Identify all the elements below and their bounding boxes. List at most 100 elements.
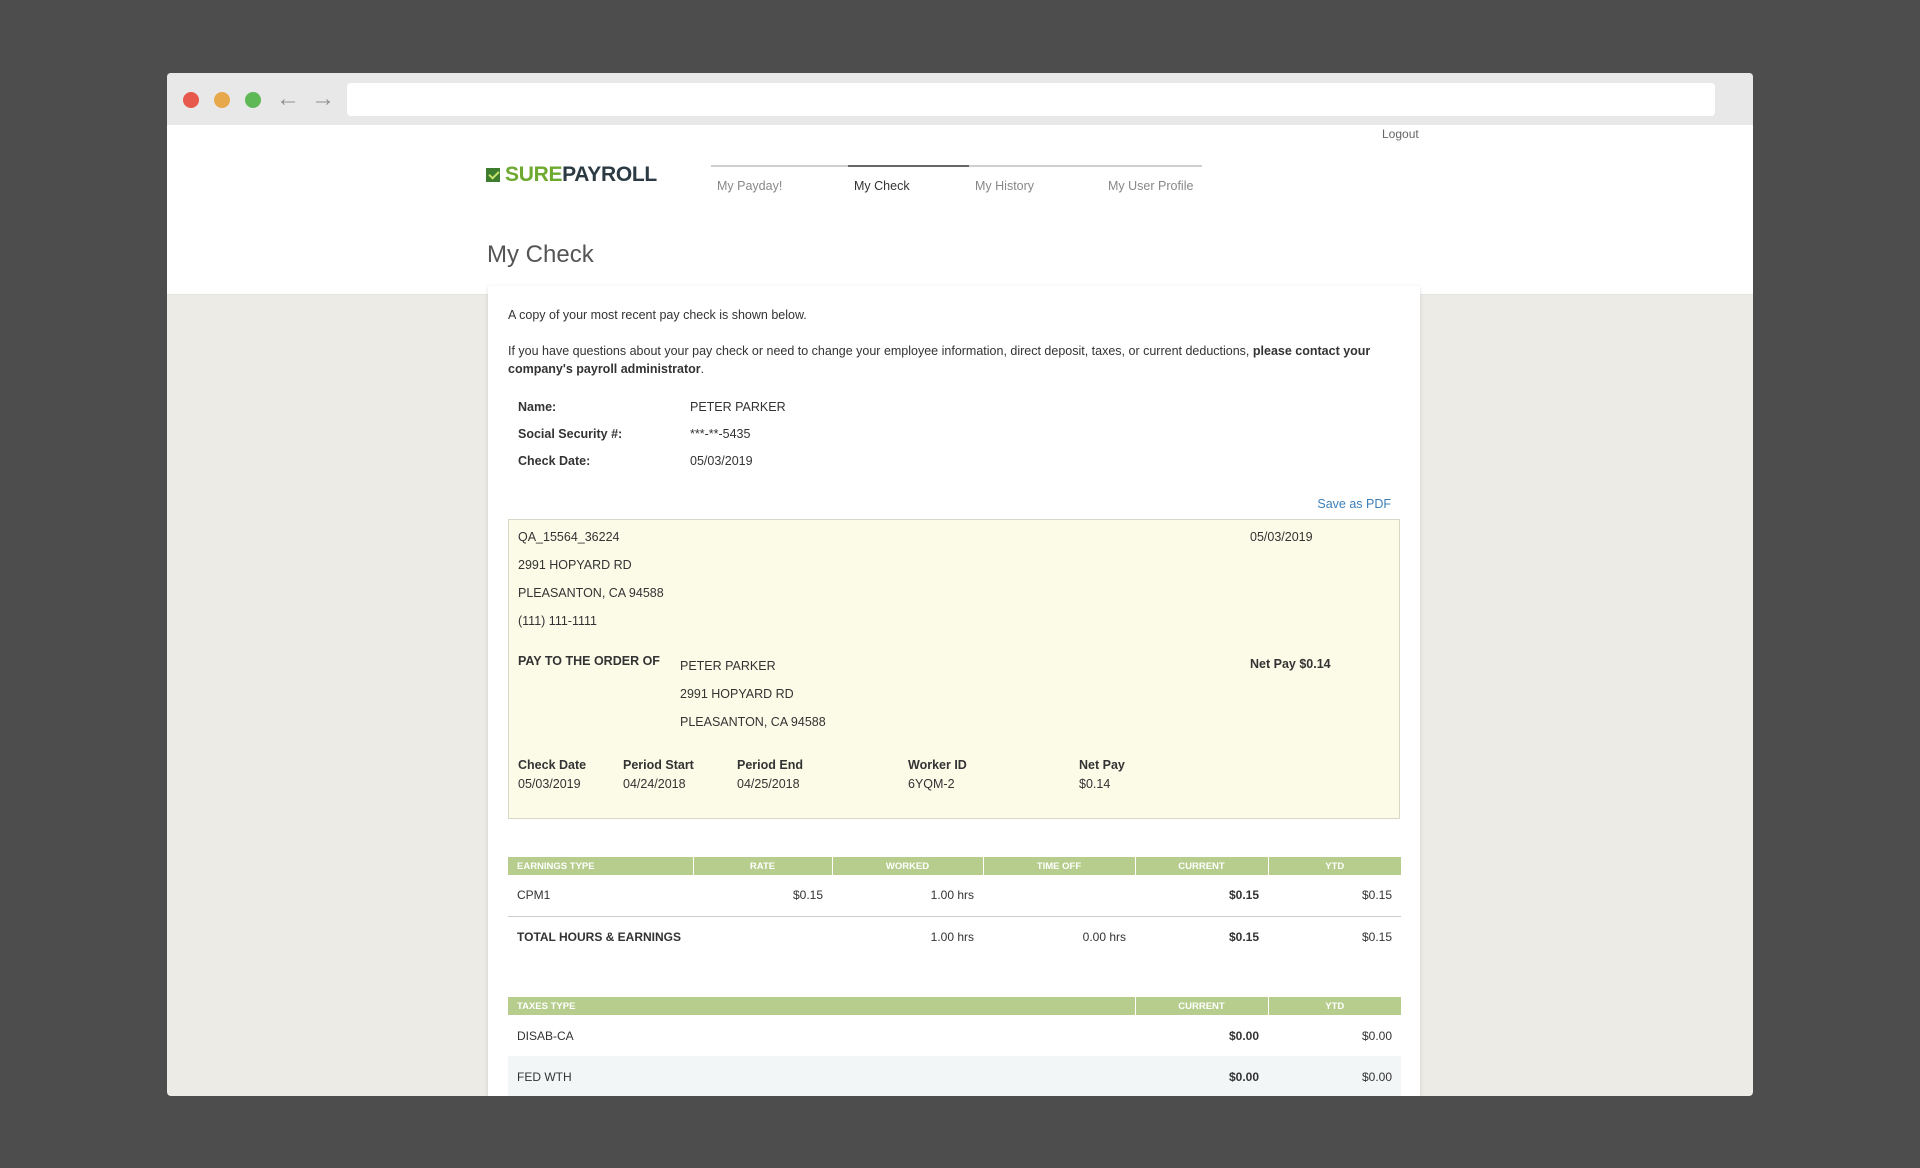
table-row: FED WTH $0.00 $0.00: [508, 1056, 1401, 1096]
net-pay-header: Net Pay: [1079, 758, 1125, 772]
table-row: CPM1 $0.15 1.00 hrs $0.15 $0.15: [508, 875, 1401, 916]
check-date-header: Check Date: [518, 758, 587, 772]
check-issue-date: 05/03/2019: [1250, 530, 1313, 544]
check-date-row: Check Date: 05/03/2019: [518, 448, 1400, 475]
company-address: QA_15564_36224 2991 HOPYARD RD PLEASANTO…: [518, 528, 664, 640]
ssn-value: ***-**-5435: [690, 427, 751, 441]
logo-sure: SURE: [505, 163, 563, 186]
ytd-cell: $0.15: [1361, 888, 1392, 903]
total-worked-cell: 1.00 hrs: [832, 915, 983, 957]
total-ytd-cell: $0.15: [1268, 915, 1401, 957]
save-as-pdf-container: Save as PDF: [508, 497, 1400, 511]
page-title: My Check: [487, 241, 594, 268]
col-rate: RATE: [693, 857, 833, 875]
payee-address: PETER PARKER 2991 HOPYARD RD PLEASANTON,…: [680, 657, 826, 741]
tab-my-check[interactable]: My Check: [848, 165, 969, 203]
net-pay-cell: $0.14: [1079, 777, 1111, 791]
tab-my-user-profile[interactable]: My User Profile: [1102, 167, 1202, 203]
worked-cell: 1.00 hrs: [930, 888, 974, 903]
tax-ytd-cell: $0.00: [1361, 1028, 1392, 1043]
company-street: 2991 HOPYARD RD: [518, 558, 632, 572]
tab-my-payday[interactable]: My Payday!: [711, 167, 848, 203]
check-card: A copy of your most recent pay check is …: [488, 286, 1420, 1096]
net-pay-col: Net Pay $0.14: [1079, 758, 1199, 791]
rate-cell: $0.15: [792, 888, 823, 903]
table-row: DISAB-CA $0.00 $0.00: [508, 1015, 1401, 1056]
checkmark-logo-icon: [486, 168, 500, 182]
worker-id-col: Worker ID 6YQM-2: [908, 758, 1079, 791]
company-phone: (111) 111-1111: [518, 614, 597, 628]
earnings-header-row: EARNINGS TYPE RATE WORKED TIME OFF CURRE…: [508, 857, 1401, 875]
logo-payroll: PAYROLL: [562, 163, 657, 186]
col-tax-current: CURRENT: [1135, 997, 1269, 1015]
period-end-cell: 04/25/2018: [737, 777, 800, 791]
taxes-table: TAXES TYPE CURRENT YTD DISAB-CA $0.00 $0…: [508, 997, 1401, 1096]
tax-type-cell: DISAB-CA: [517, 1028, 574, 1043]
total-current-cell: $0.15: [1135, 915, 1268, 957]
browser-toolbar: ← →: [167, 73, 1753, 125]
check-date-cell: 05/03/2019: [518, 777, 581, 791]
name-label: Name:: [518, 400, 557, 414]
site-header: Logout SUREPAYROLL My Payday! My Check M…: [167, 125, 1753, 295]
back-arrow-icon[interactable]: ←: [276, 85, 300, 113]
col-ytd: YTD: [1268, 857, 1401, 875]
worker-id-cell: 6YQM-2: [908, 777, 955, 791]
time-off-cell: [983, 875, 1135, 916]
employee-info: Name: PETER PARKER Social Security #: **…: [518, 394, 1400, 475]
close-window-button[interactable]: [183, 92, 199, 108]
total-time-off-cell: 0.00 hrs: [983, 915, 1135, 957]
taxes-header-row: TAXES TYPE CURRENT YTD: [508, 997, 1401, 1015]
period-start-header: Period Start: [623, 758, 694, 772]
total-label: TOTAL HOURS & EARNINGS: [508, 915, 693, 957]
period-start-col: Period Start 04/24/2018: [623, 758, 737, 791]
logo-text: SUREPAYROLL: [505, 163, 657, 187]
check-date-value: 05/03/2019: [690, 454, 753, 468]
period-start-cell: 04/24/2018: [623, 777, 686, 791]
name-row: Name: PETER PARKER: [518, 394, 1400, 421]
contact-text-end: .: [700, 362, 705, 376]
company-city: PLEASANTON, CA 94588: [518, 586, 664, 600]
pay-to-label: PAY TO THE ORDER OF: [518, 654, 660, 668]
earnings-type-cell: CPM1: [517, 888, 551, 903]
col-earnings-type: EARNINGS TYPE: [508, 857, 694, 875]
current-cell: $0.15: [1228, 888, 1259, 903]
total-rate-cell: [693, 915, 832, 957]
net-pay-amount: Net Pay $0.14: [1250, 657, 1331, 671]
payee-street: 2991 HOPYARD RD: [680, 687, 794, 701]
contact-text-plain: If you have questions about your pay che…: [508, 344, 1253, 358]
contact-text: If you have questions about your pay che…: [508, 342, 1400, 378]
tax-ytd-cell: $0.00: [1268, 1056, 1401, 1096]
paycheck: QA_15564_36224 2991 HOPYARD RD PLEASANTO…: [508, 519, 1400, 819]
tax-type-cell: FED WTH: [508, 1056, 1135, 1096]
ssn-label: Social Security #:: [518, 427, 623, 441]
forward-arrow-icon[interactable]: →: [311, 85, 335, 113]
payee-name: PETER PARKER: [680, 659, 776, 673]
browser-window: ← → Logout SUREPAYROLL My Payday! My Che…: [167, 73, 1753, 1096]
main-nav: My Payday! My Check My History My User P…: [711, 165, 1202, 203]
col-time-off: TIME OFF: [983, 857, 1136, 875]
save-as-pdf-link[interactable]: Save as PDF: [1317, 497, 1391, 511]
ssn-row: Social Security #: ***-**-5435: [518, 421, 1400, 448]
period-end-header: Period End: [737, 758, 803, 772]
worker-id-header: Worker ID: [908, 758, 967, 772]
col-worked: WORKED: [832, 857, 984, 875]
period-end-col: Period End 04/25/2018: [737, 758, 908, 791]
col-taxes-type: TAXES TYPE: [508, 997, 1136, 1015]
tax-current-cell: $0.00: [1228, 1028, 1259, 1043]
earnings-table: EARNINGS TYPE RATE WORKED TIME OFF CURRE…: [508, 857, 1401, 957]
surepayroll-logo[interactable]: SUREPAYROLL: [486, 163, 657, 187]
name-value: PETER PARKER: [690, 400, 786, 414]
col-tax-ytd: YTD: [1268, 997, 1401, 1015]
check-date-col: Check Date 05/03/2019: [518, 758, 623, 791]
minimize-window-button[interactable]: [214, 92, 230, 108]
tax-current-cell: $0.00: [1135, 1056, 1268, 1096]
logout-link[interactable]: Logout: [1382, 127, 1419, 141]
check-details: Check Date 05/03/2019 Period Start 04/24…: [518, 758, 1199, 791]
check-date-label: Check Date:: [518, 454, 591, 468]
company-id: QA_15564_36224: [518, 530, 620, 544]
col-current: CURRENT: [1135, 857, 1269, 875]
tab-my-history[interactable]: My History: [969, 167, 1102, 203]
maximize-window-button[interactable]: [245, 92, 261, 108]
address-bar[interactable]: [347, 83, 1715, 116]
intro-text: A copy of your most recent pay check is …: [508, 308, 807, 322]
